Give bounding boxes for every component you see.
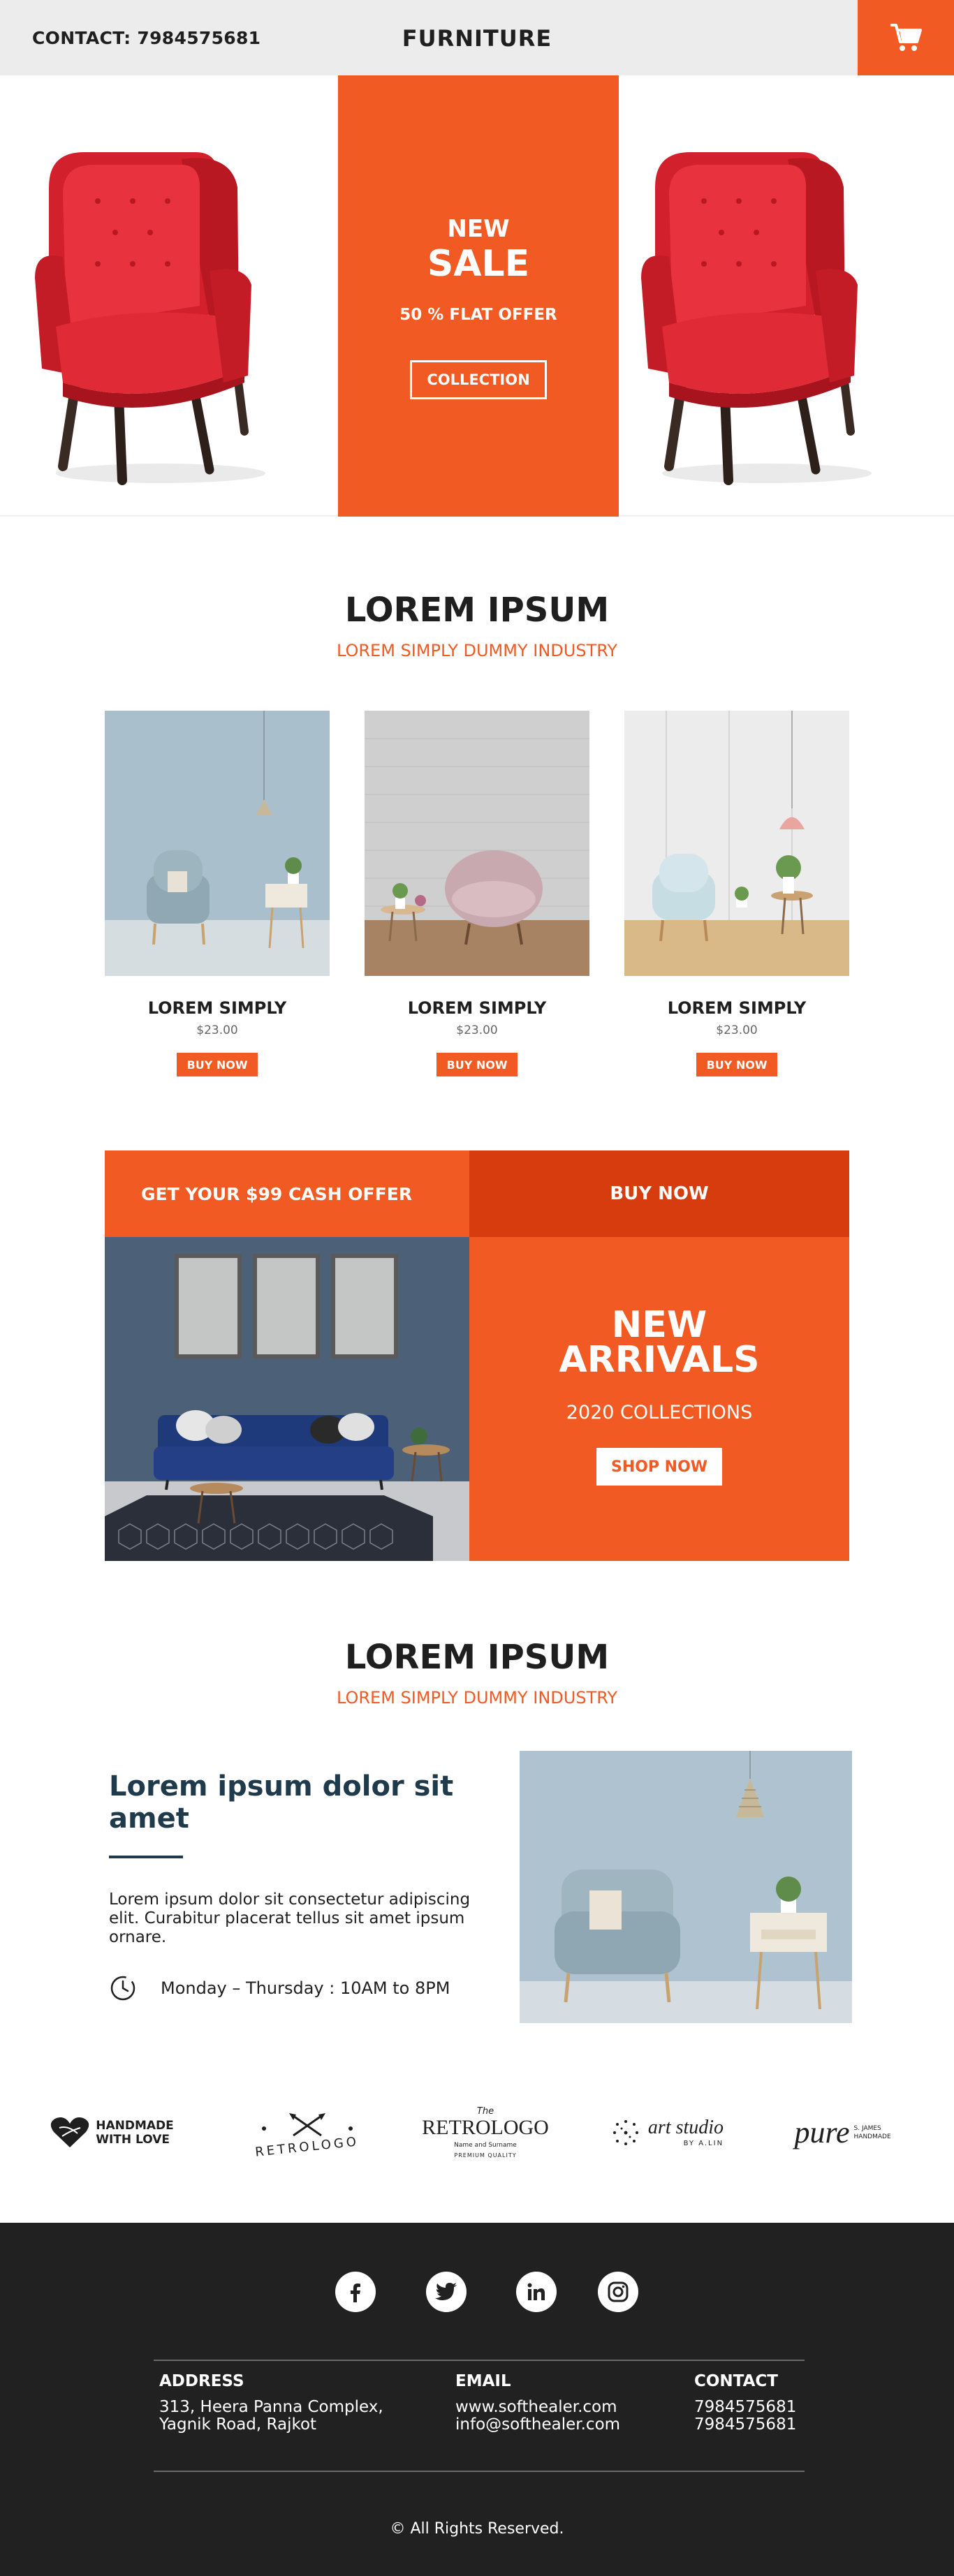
- product-price: $23.00: [196, 1023, 238, 1037]
- pure-text: pure: [794, 2115, 850, 2149]
- product-card[interactable]: LOREM SIMPLY $23.00 BUY NOW: [105, 711, 330, 1076]
- social-links: [0, 2272, 954, 2312]
- section-subtitle: LOREM SIMPLY DUMMY INDUSTRY: [336, 641, 618, 660]
- retrologo-badge-logo: RETROLOGO: [237, 2094, 377, 2171]
- instagram-glyph: [608, 2281, 629, 2302]
- twitter-icon[interactable]: [426, 2272, 467, 2312]
- retro-main-text: RETROLOGO: [422, 2116, 549, 2139]
- product-image: [624, 711, 849, 976]
- handmade-line2: WITH LOVE: [96, 2133, 170, 2147]
- email-label: EMAIL: [455, 2372, 511, 2390]
- product-card[interactable]: LOREM SIMPLY $23.00 BUY NOW: [624, 711, 849, 1076]
- phone-link[interactable]: 7984575681: [694, 2416, 796, 2434]
- flat-offer-text: 50 % FLAT OFFER: [399, 306, 557, 324]
- art-studio-text: art studio: [647, 2117, 724, 2138]
- collections-text: 2020 COLLECTIONS: [566, 1402, 753, 1423]
- linkedin-icon[interactable]: [516, 2272, 557, 2312]
- buy-now-banner-button[interactable]: BUY NOW: [469, 1150, 849, 1237]
- contact-label: CONTACT: [694, 2372, 778, 2390]
- footer-divider-bottom: [154, 2471, 805, 2472]
- retro-the-text: The: [476, 2106, 494, 2117]
- about-section-heading: LOREM IPSUM LOREM SIMPLY DUMMY INDUSTRY: [0, 1638, 954, 1708]
- product-name[interactable]: LOREM SIMPLY: [624, 998, 849, 1018]
- top-header: CONTACT: 7984575681 FURNITURE: [0, 0, 954, 75]
- product-image: [105, 711, 330, 976]
- retro-name-text: Name and Surname: [454, 2142, 517, 2149]
- the-retrologo-logo: The RETROLOGO Name and Surname PREMIUM Q…: [419, 2094, 552, 2171]
- product-card[interactable]: LOREM SIMPLY $23.00 BUY NOW: [365, 711, 589, 1076]
- product-image: [365, 711, 589, 976]
- sale-heading: SALE: [427, 243, 530, 285]
- heading-underline: [109, 1856, 183, 1858]
- page: CONTACT: 7984575681 FURNITURE NEW SALE 5…: [0, 0, 954, 2576]
- footer-email: EMAIL www.softhealer.com info@softhealer…: [455, 2372, 620, 2434]
- crossed-arrows-icon: [262, 2112, 353, 2136]
- address-label: ADDRESS: [159, 2372, 244, 2390]
- new-arrivals-panel: NEW ARRIVALS 2020 COLLECTIONS SHOP NOW: [469, 1237, 849, 1561]
- buy-now-button[interactable]: BUY NOW: [696, 1053, 777, 1076]
- brand-logos-strip: HANDMADE WITH LOVE RETROLOGO The RETROLO…: [0, 2094, 954, 2171]
- retro-quality-text: PREMIUM QUALITY: [454, 2152, 517, 2159]
- hero-banner: NEW SALE 50 % FLAT OFFER COLLECTION: [0, 75, 954, 517]
- pure-logo: pure S. JAMES HANDMADE: [775, 2094, 915, 2171]
- product-name[interactable]: LOREM SIMPLY: [365, 998, 589, 1018]
- shop-now-button[interactable]: SHOP NOW: [596, 1448, 722, 1486]
- brand-title[interactable]: FURNITURE: [0, 25, 954, 52]
- pure-by-text: S. JAMES HANDMADE: [853, 2125, 891, 2140]
- buy-now-button[interactable]: BUY NOW: [436, 1053, 518, 1076]
- about-block: Lorem ipsum dolor sit amet Lorem ipsum d…: [105, 1751, 852, 2023]
- section-title: LOREM IPSUM: [344, 1638, 610, 1677]
- handmade-line1: HANDMADE: [96, 2119, 174, 2133]
- website-link[interactable]: www.softhealer.com: [455, 2399, 620, 2416]
- armchair-room-image: [520, 1751, 852, 2023]
- sale-new-label: NEW: [447, 215, 510, 243]
- footer: ADDRESS 313, Heera Panna Complex, Yagnik…: [0, 2223, 954, 2576]
- living-room-image: [105, 1237, 469, 1561]
- section-title: LOREM IPSUM: [344, 591, 610, 630]
- clock-icon: [110, 1976, 135, 2001]
- red-armchair-image: [641, 152, 872, 485]
- address-line1: 313, Heera Panna Complex,: [159, 2398, 383, 2416]
- handmade-logo: HANDMADE WITH LOVE: [42, 2094, 182, 2171]
- about-text: Lorem ipsum dolor sit consectetur adipis…: [109, 1890, 471, 1946]
- collection-button[interactable]: COLLECTION: [410, 360, 547, 399]
- opening-hours: Monday – Thursday : 10AM to 8PM: [109, 1974, 500, 2002]
- product-price: $23.00: [716, 1023, 758, 1037]
- product-name[interactable]: LOREM SIMPLY: [105, 998, 330, 1018]
- dotted-circle-icon: [612, 2120, 638, 2145]
- linkedin-glyph: [527, 2283, 545, 2300]
- instagram-icon[interactable]: [598, 2272, 638, 2312]
- cash-offer-banner[interactable]: GET YOUR $99 CASH OFFER: [105, 1150, 469, 1237]
- sale-panel: NEW SALE 50 % FLAT OFFER COLLECTION: [338, 75, 619, 517]
- red-armchair-image: [35, 152, 265, 485]
- cart-button[interactable]: [858, 0, 954, 75]
- footer-contact: CONTACT 7984575681 7984575681: [694, 2372, 796, 2434]
- footer-address: ADDRESS 313, Heera Panna Complex, Yagnik…: [159, 2372, 383, 2434]
- about-heading: Lorem ipsum dolor sit amet: [109, 1770, 454, 1835]
- art-by-text: BY A.LIN: [683, 2140, 724, 2147]
- facebook-glyph: [351, 2283, 360, 2302]
- email-link[interactable]: info@softhealer.com: [455, 2416, 620, 2434]
- buy-now-button[interactable]: BUY NOW: [177, 1053, 258, 1076]
- hours-text: Monday – Thursday : 10AM to 8PM: [161, 1978, 450, 1998]
- products-section-heading: LOREM IPSUM LOREM SIMPLY DUMMY INDUSTRY: [0, 591, 954, 660]
- new-arrivals-heading-line1: NEW: [611, 1304, 707, 1346]
- product-grid: LOREM SIMPLY $23.00 BUY NOW LOREM SIMPLY…: [105, 711, 849, 1088]
- offer-block: GET YOUR $99 CASH OFFER BUY NOW NEW ARRI…: [105, 1150, 849, 1561]
- section-subtitle: LOREM SIMPLY DUMMY INDUSTRY: [336, 1688, 618, 1708]
- footer-divider-top: [154, 2360, 805, 2361]
- heart-icon: [51, 2117, 89, 2147]
- phone-link[interactable]: 7984575681: [694, 2399, 796, 2416]
- product-price: $23.00: [456, 1023, 498, 1037]
- facebook-icon[interactable]: [335, 2272, 376, 2312]
- shopping-cart-icon: [890, 24, 922, 51]
- copyright-text: © All Rights Reserved.: [390, 2520, 564, 2538]
- new-arrivals-heading-line2: ARRIVALS: [559, 1339, 760, 1381]
- art-studio-logo: art studio BY A.LIN: [601, 2094, 733, 2171]
- twitter-glyph: [435, 2283, 457, 2300]
- address-line2: Yagnik Road, Rajkot: [159, 2415, 317, 2434]
